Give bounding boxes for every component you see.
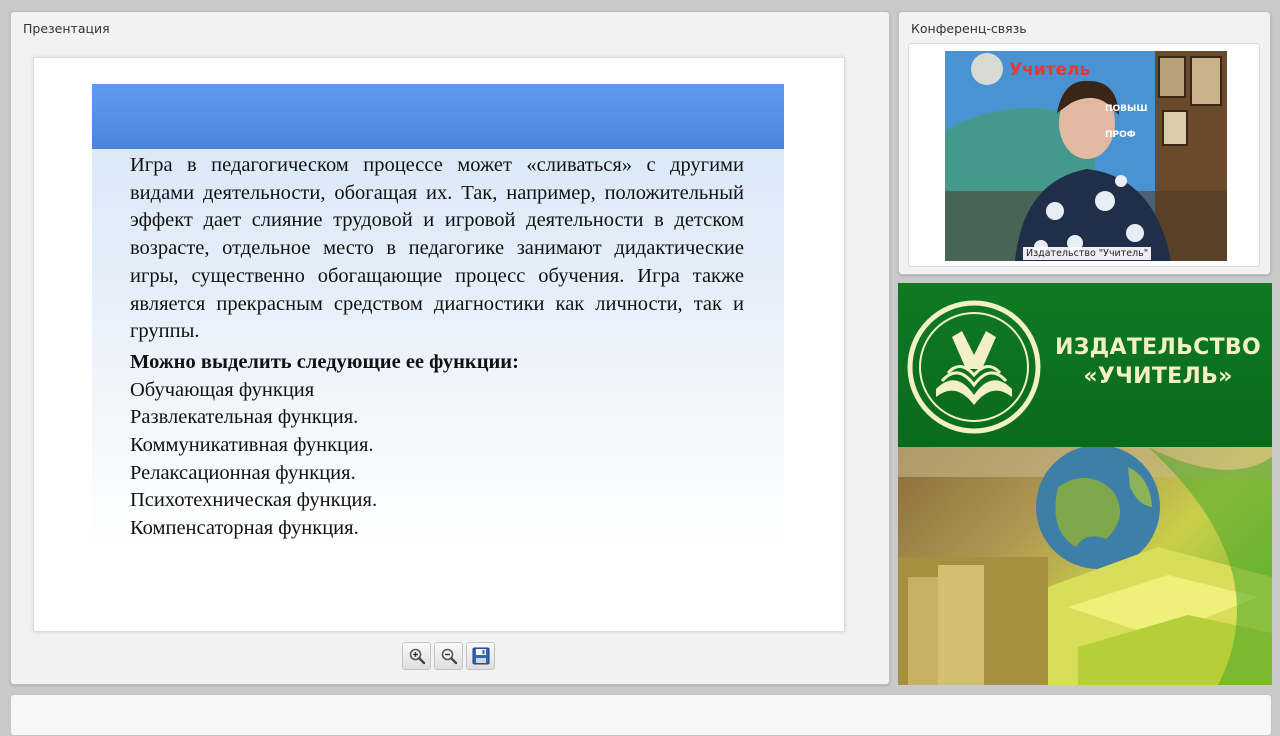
slide-toolbar [402, 642, 495, 672]
publisher-books-image [898, 445, 1272, 685]
zoom-in-icon [409, 648, 425, 665]
publisher-name: ИЗДАТЕЛЬСТВО «УЧИТЕЛЬ» [1048, 333, 1268, 391]
presentation-panel: Презентация Игра в педагогическом процес… [10, 11, 890, 685]
publisher-name-line-2: «УЧИТЕЛЬ» [1083, 364, 1233, 389]
publisher-name-line-1: ИЗДАТЕЛЬСТВО [1055, 335, 1261, 360]
publisher-banner-top: ИЗДАТЕЛЬСТВО «УЧИТЕЛЬ» [898, 283, 1272, 447]
function-item: Психотехническая функция. [130, 489, 378, 512]
slide-functions-heading: Можно выделить следующие ее функции: [130, 350, 519, 373]
backdrop-line-2: ПРОФ [1105, 130, 1136, 140]
function-item: Развлекательная функция. [130, 406, 359, 429]
video-feed[interactable]: Учитель ПОВЫШ ПРОФ Издательство "Учитель… [945, 51, 1227, 261]
function-item: Коммуникативная функция. [130, 434, 374, 457]
function-item: Компенсаторная функция. [130, 517, 359, 540]
bottom-panel [10, 694, 1272, 736]
zoom-out-button[interactable] [434, 642, 463, 670]
save-button[interactable] [466, 642, 495, 670]
conference-panel-title: Конференц-связь [911, 21, 1027, 36]
function-item: Обучающая функция [130, 378, 315, 401]
publisher-banner: ИЗДАТЕЛЬСТВО «УЧИТЕЛЬ» [898, 283, 1272, 685]
slide-paragraph: Игра в педагогическом процессе может «сл… [130, 154, 744, 343]
video-name-label: Издательство "Учитель" [1023, 247, 1152, 260]
function-item: Релаксационная функция. [130, 461, 356, 484]
video-scene: Учитель ПОВЫШ ПРОФ [945, 51, 1227, 261]
publisher-logo-icon [907, 300, 1041, 434]
conference-panel: Конференц-связь Учитель ПОВЫШ ПРОФ Издат… [898, 11, 1271, 275]
slide-viewport[interactable]: Игра в педагогическом процессе может «сл… [33, 57, 845, 632]
presentation-panel-title: Презентация [23, 21, 110, 36]
zoom-out-icon [441, 648, 457, 665]
zoom-in-button[interactable] [402, 642, 431, 670]
books-globe-image [898, 445, 1272, 685]
backdrop-line-1: ПОВЫШ [1105, 104, 1148, 114]
slide-content: Игра в педагогическом процессе может «сл… [130, 152, 744, 543]
backdrop-logo-word: Учитель [1009, 60, 1090, 80]
video-frame: Учитель ПОВЫШ ПРОФ Издательство "Учитель… [908, 43, 1260, 267]
slide-header-band [92, 84, 784, 149]
floppy-disk-icon [472, 647, 489, 665]
